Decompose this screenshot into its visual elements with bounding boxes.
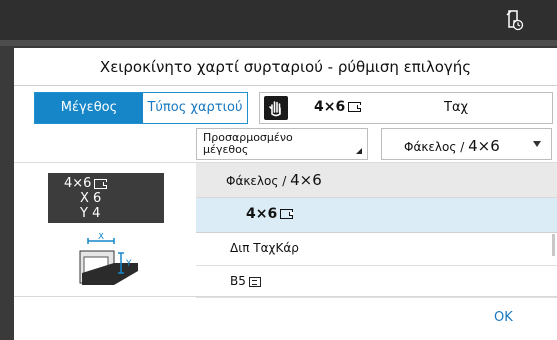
size-badge-x: X 6 xyxy=(80,191,102,206)
ok-button[interactable]: OK xyxy=(494,310,513,325)
list-item-label: B5 xyxy=(230,274,261,288)
envelope-icon xyxy=(280,209,294,219)
list-item[interactable]: 4×6 xyxy=(196,198,557,233)
svg-text:Y: Y xyxy=(125,259,132,269)
top-bar xyxy=(0,0,557,40)
list-item[interactable]: B5 xyxy=(196,266,557,298)
list-header-envelope[interactable]: Φάκελος / 4×6 xyxy=(196,163,557,198)
list-header-label: Φάκελος / 4×6 xyxy=(226,171,322,189)
hand-icon xyxy=(264,96,288,120)
svg-text:X: X xyxy=(98,233,104,242)
list-item-text: B5 xyxy=(230,274,246,288)
manual-feed-icon[interactable] xyxy=(500,7,526,33)
b5-paper-icon xyxy=(248,276,261,287)
current-size: 4×6 xyxy=(314,99,362,115)
envelope-size-select[interactable]: Φάκελος / 4×6 xyxy=(381,128,552,160)
corner-indicator-icon xyxy=(356,148,362,154)
size-badge-size: 4×6 xyxy=(64,176,92,191)
dialog-title: Χειροκίνητο χαρτί συρταριού - ρύθμιση επ… xyxy=(99,58,472,76)
custom-size-label-2: μέγεθος xyxy=(203,143,249,156)
envelope-select-text: Φάκελος / xyxy=(404,140,465,154)
size-list: Φάκελος / 4×6 4×6 Διπ ΤαχΚάρ B5 xyxy=(196,162,557,298)
size-badge-line-1: 4×6 xyxy=(64,176,164,191)
size-badge: 4×6 X 6 Y 4 xyxy=(48,173,164,223)
custom-size-button[interactable]: Προσαρμοσμένο μέγεθος xyxy=(196,128,368,160)
divider xyxy=(14,85,557,86)
envelope-icon xyxy=(348,102,362,112)
list-header-size: 4×6 xyxy=(290,171,322,189)
size-preview-pane: 4×6 X 6 Y 4 X Y xyxy=(14,162,196,297)
size-badge-y: Y 4 xyxy=(80,206,101,221)
top-bar-strip xyxy=(0,40,557,46)
list-item-label: Διπ ΤαχΚάρ xyxy=(230,241,299,255)
tab-paper-type[interactable]: Τύπος χαρτιού xyxy=(143,93,247,123)
scrollbar-thumb[interactable] xyxy=(552,234,555,256)
list-item[interactable]: Διπ ΤαχΚάρ xyxy=(196,233,557,266)
current-size-text: 4×6 xyxy=(314,99,346,115)
current-type: Ταχ xyxy=(444,100,469,115)
tab-paper-size[interactable]: Μέγεθος χαρτιού xyxy=(35,93,143,145)
chevron-down-icon xyxy=(533,141,541,147)
paper-setting-dialog: Χειροκίνητο χαρτί συρταριού - ρύθμιση επ… xyxy=(14,48,557,340)
left-edge xyxy=(0,46,14,340)
divider xyxy=(14,296,557,297)
list-item-label: 4×6 xyxy=(246,206,294,222)
tab-group: Μέγεθος χαρτιού Τύπος χαρτιού xyxy=(34,92,248,145)
size-options-header: Προσαρμοσμένο μέγεθος Φάκελος / 4×6 xyxy=(14,126,557,162)
list-item-text: 4×6 xyxy=(246,206,278,222)
envelope-select-label: Φάκελος / 4×6 xyxy=(404,137,500,155)
list-header-text: Φάκελος / xyxy=(226,174,287,188)
envelope-select-size: 4×6 xyxy=(468,137,500,155)
tray-diagram-icon: X Y xyxy=(79,233,138,285)
current-settings-box: 4×6 Ταχ xyxy=(259,92,553,124)
envelope-icon xyxy=(94,178,108,189)
